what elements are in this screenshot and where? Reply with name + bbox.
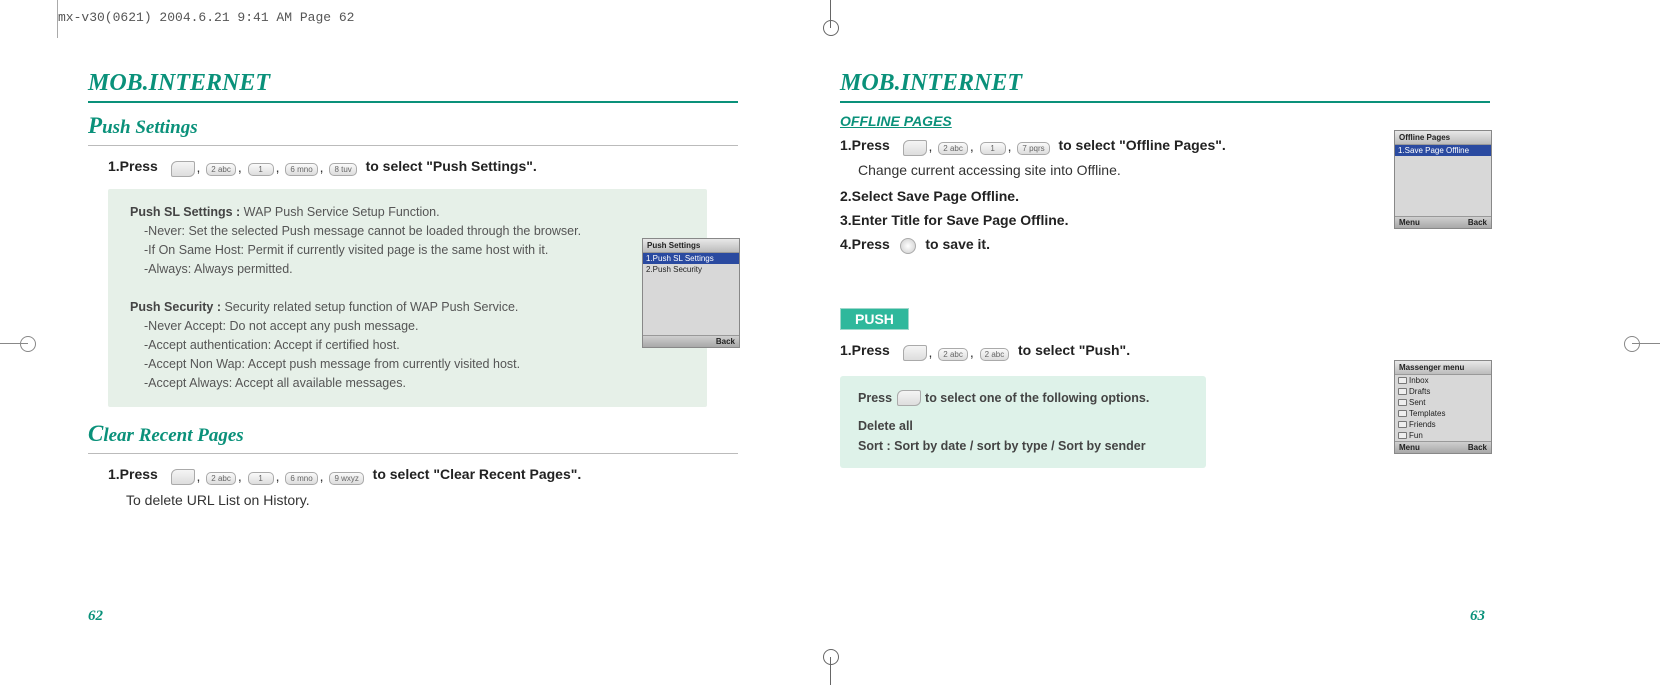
section-offline-pages: OFFLINE PAGES (840, 113, 1490, 129)
step-clear-recent-desc: To delete URL List on History. (126, 490, 738, 510)
push-options-note: Press to select one of the following opt… (840, 376, 1206, 468)
page-title: MOB.INTERNET (88, 70, 738, 97)
keypad-key: 8 tuv (329, 163, 356, 176)
step-push-settings-1: 1.Press , 2 abc, 1, 6 mno, 8 tuv to sele… (108, 156, 738, 177)
step-clear-recent-1: 1.Press , 2 abc, 1, 6 mno, 9 wxyz to sel… (108, 464, 738, 485)
page-number-left: 62 (88, 608, 103, 625)
phone-row: Friends (1395, 419, 1491, 430)
phone-mock-offline: Offline Pages 1.Save Page Offline MenuBa… (1394, 130, 1492, 229)
keypad-key: 7 pqrs (1017, 142, 1049, 155)
print-header: mx-v30(0621) 2004.6.21 9:41 AM Page 62 (58, 10, 354, 25)
phone-row-selected: 1.Push SL Settings (643, 253, 739, 264)
step-offline-1: 1.Press , 2 abc, 1, 7 pqrs to select "Of… (840, 135, 1490, 156)
section-rule (88, 145, 738, 146)
step-offline-2: 2.Select Save Page Offline. (840, 186, 1490, 206)
phone-row: Sent (1395, 397, 1491, 408)
crop-mark-top (830, 0, 831, 28)
keypad-key: 1 (980, 142, 1006, 155)
keypad-key: 2 abc (206, 163, 236, 176)
push-settings-note: Push SL Settings : WAP Push Service Setu… (108, 189, 707, 407)
folder-icon (1398, 432, 1407, 439)
crop-mark-left (0, 343, 28, 344)
keypad-key: 2 abc (938, 142, 968, 155)
keypad-key: 6 mno (285, 472, 317, 485)
crop-mark-bottom (830, 657, 831, 685)
phone-row: Fun (1395, 430, 1491, 441)
keypad-key: 2 abc (938, 348, 968, 361)
phone-row: Drafts (1395, 386, 1491, 397)
folder-icon (1398, 377, 1407, 384)
folder-icon (1398, 399, 1407, 406)
section-push-settings: Push Settings (88, 113, 738, 139)
phone-row: Templates (1395, 408, 1491, 419)
keypad-key: 2 abc (206, 472, 236, 485)
step-push-1: 1.Press , 2 abc, 2 abc to select "Push". (840, 340, 1490, 361)
softkey-icon (171, 469, 195, 485)
title-rule (88, 101, 738, 103)
step-offline-4: 4.Press to save it. (840, 234, 1490, 254)
section-clear-recent: Clear Recent Pages (88, 421, 738, 447)
crop-mark-right (1632, 343, 1660, 344)
section-rule (88, 453, 738, 454)
folder-icon (1398, 388, 1407, 395)
phone-row-selected: 1.Save Page Offline (1395, 145, 1491, 156)
softkey-icon (903, 345, 927, 361)
ok-key-icon (900, 238, 916, 254)
folder-icon (1398, 410, 1407, 417)
phone-mock-push-settings: Push Settings 1.Push SL Settings 2.Push … (642, 238, 740, 348)
phone-row: Inbox (1395, 375, 1491, 386)
phone-mock-messenger: Massenger menu Inbox Drafts Sent Templat… (1394, 360, 1492, 454)
section-push: PUSH (840, 308, 909, 330)
page-title: MOB.INTERNET (840, 70, 1490, 97)
title-rule (840, 101, 1490, 103)
softkey-icon (897, 390, 921, 406)
keypad-key: 6 mno (285, 163, 317, 176)
keypad-key: 1 (248, 472, 274, 485)
folder-icon (1398, 421, 1407, 428)
softkey-icon (171, 161, 195, 177)
keypad-key: 1 (248, 163, 274, 176)
keypad-key: 2 abc (980, 348, 1010, 361)
page-number-right: 63 (1470, 608, 1485, 625)
keypad-key: 9 wxyz (329, 472, 363, 485)
step-offline-3: 3.Enter Title for Save Page Offline. (840, 210, 1490, 230)
softkey-icon (903, 140, 927, 156)
phone-row: 2.Push Security (643, 264, 739, 275)
